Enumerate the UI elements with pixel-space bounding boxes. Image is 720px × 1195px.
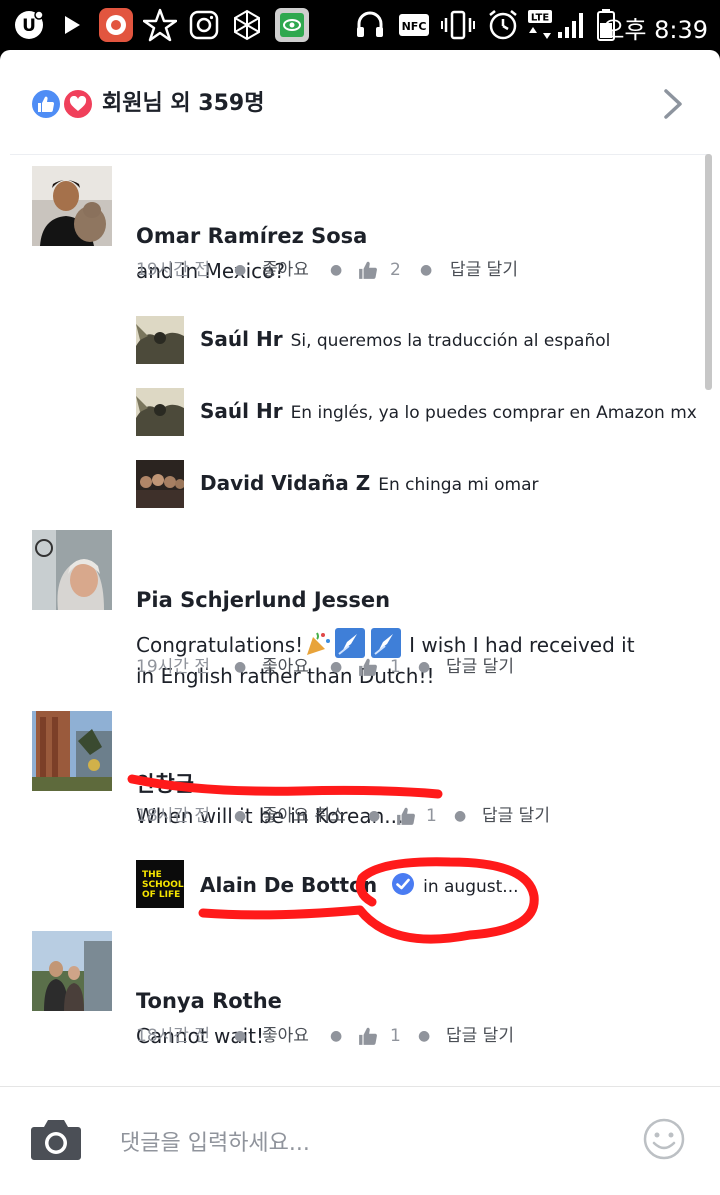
reply-text: in august... (423, 877, 519, 897)
instagram-icon (188, 8, 220, 42)
avatar-saul[interactable] (136, 316, 184, 364)
comment-composer: 댓글을 입력하세요... (0, 1087, 720, 1195)
comment-time: 19시간 전 (136, 657, 210, 677)
avatar-saul[interactable] (136, 388, 184, 436)
reply-button[interactable]: 답글 달기 (446, 1021, 514, 1051)
reply-button[interactable]: 답글 달기 (450, 255, 518, 285)
reply-author[interactable]: Saúl Hr (200, 327, 283, 351)
avatar-david[interactable] (136, 460, 184, 508)
like-count: 1 (390, 1026, 401, 1046)
separator-dot: ● (330, 659, 343, 675)
thumbs-up-icon (358, 1026, 378, 1056)
verified-badge-icon (391, 872, 415, 896)
comment-author[interactable]: Pia Schjerlund Jessen (136, 588, 390, 612)
reply-text: En inglés, ya lo puedes comprar en Amazo… (290, 403, 697, 423)
reply-author[interactable]: Alain De Botton (200, 873, 377, 897)
u-app-icon: U (12, 8, 46, 42)
comment-author[interactable]: Tonya Rothe (136, 989, 282, 1013)
separator-dot: ● (418, 659, 431, 675)
comment-meta: 18시간 전 ● 좋아요 ● 1 ● 답글 달기 (136, 1021, 556, 1051)
comment-time: 18시간 전 (136, 1026, 210, 1046)
separator-dot: ● (420, 262, 433, 278)
camera-icon[interactable] (30, 1117, 82, 1161)
comment-input[interactable]: 댓글을 입력하세요... (120, 1125, 310, 1157)
headset-icon (352, 8, 388, 42)
separator-dot: ● (234, 808, 247, 824)
comment-time: 18시간 전 (136, 806, 210, 826)
avatar-changgyun[interactable] (32, 711, 112, 791)
status-bar: U NFC LTE 오후 8:39 (0, 0, 720, 50)
reply-item: David Vidaña Z En chinga mi omar (200, 471, 538, 495)
lte-label: LTE (531, 13, 550, 24)
comment-time: 19시간 전 (136, 260, 210, 280)
reply-text: En chinga mi omar (378, 475, 539, 495)
vibrate-icon (440, 8, 476, 42)
reply-button[interactable]: 답글 달기 (482, 801, 550, 831)
like-button[interactable]: 좋아요 (262, 1021, 309, 1051)
like-count: 2 (390, 260, 401, 280)
separator-dot: ● (454, 808, 467, 824)
separator-dot: ● (234, 1028, 247, 1044)
reactions-summary[interactable]: 회원님 외 359명 (102, 88, 264, 120)
svg-text:THE: THE (142, 870, 162, 880)
avatar-omar[interactable] (32, 166, 112, 246)
lte-icon: LTE (526, 8, 554, 42)
separator-dot: ● (368, 808, 381, 824)
nfc-icon: NFC (398, 8, 430, 42)
svg-text:OF LIFE: OF LIFE (142, 890, 180, 900)
comment-author[interactable]: 안창균 (136, 768, 194, 798)
play-icon (60, 8, 84, 42)
comments-sheet: 회원님 외 359명 Omar Ramírez Sosa and in Mexi… (0, 50, 720, 1195)
thumbs-up-icon (396, 806, 416, 836)
comment-meta: 18시간 전 ● 좋아요 취소 ● 1 ● 답글 달기 (136, 801, 576, 831)
like-count: 1 (390, 657, 401, 677)
separator-dot: ● (234, 659, 247, 675)
signal-icon (556, 8, 588, 42)
unlike-button[interactable]: 좋아요 취소 (262, 801, 346, 831)
status-time: 오후 8:39 (602, 16, 708, 44)
reply-item: Alain De Botton in august... (200, 872, 519, 897)
like-button[interactable]: 좋아요 (262, 255, 309, 285)
avatar-school-of-life[interactable]: THE SCHOOL OF LIFE (136, 860, 184, 908)
thumbs-up-icon (358, 657, 378, 687)
like-reaction-icon (30, 88, 62, 120)
comment-meta: 19시간 전 ● 좋아요 ● 1 ● 답글 달기 (136, 652, 556, 682)
separator-dot: ● (330, 1028, 343, 1044)
comment-meta: 19시간 전 ● 좋아요 ● 2 ● 답글 달기 (136, 255, 556, 285)
reply-button[interactable]: 답글 달기 (446, 652, 514, 682)
separator-dot: ● (330, 262, 343, 278)
separator-dot: ● (418, 1028, 431, 1044)
reply-item: Saúl Hr En inglés, ya lo puedes comprar e… (200, 399, 697, 423)
record-icon (98, 8, 134, 42)
avatar-pia[interactable] (32, 530, 112, 610)
reply-author[interactable]: Saúl Hr (200, 399, 283, 423)
sticker-smiley-icon[interactable] (642, 1117, 686, 1161)
svg-text:SCHOOL: SCHOOL (142, 880, 184, 890)
love-reaction-icon (62, 88, 94, 120)
avatar-tonya[interactable] (32, 931, 112, 1011)
reactions-header[interactable]: 회원님 외 359명 (0, 50, 720, 155)
like-button[interactable]: 좋아요 (262, 652, 309, 682)
nfc-label: NFC (402, 20, 427, 33)
comment-author[interactable]: Omar Ramírez Sosa (136, 224, 367, 248)
alarm-icon (486, 8, 520, 42)
reply-item: Saúl Hr Si, queremos la traducción al esp… (200, 327, 610, 351)
chevron-right-icon[interactable] (658, 88, 688, 120)
svg-text:U: U (22, 16, 36, 36)
reply-author[interactable]: David Vidaña Z (200, 471, 370, 495)
thumbs-up-icon (358, 260, 378, 290)
reply-text: Si, queremos la traducción al español (290, 331, 611, 351)
snowflake-icon (230, 8, 264, 42)
header-divider (10, 154, 710, 155)
scrollbar[interactable] (705, 154, 712, 390)
eye-app-icon (274, 8, 310, 42)
star-icon (142, 8, 178, 42)
separator-dot: ● (234, 262, 247, 278)
like-count: 1 (426, 806, 437, 826)
